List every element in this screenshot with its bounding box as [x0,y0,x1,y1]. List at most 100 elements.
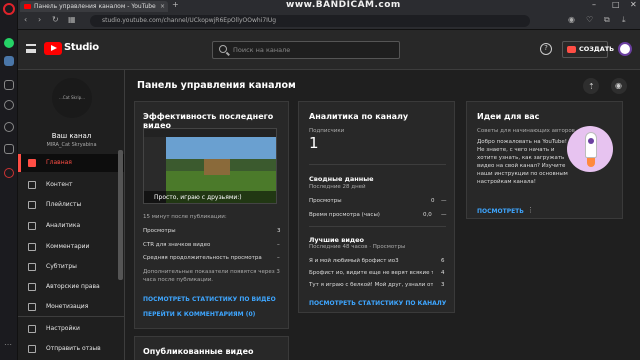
new-tab-icon[interactable]: + [172,0,179,9]
summary-period: Последние 28 дней [309,184,366,190]
search-placeholder: Поиск на канале [233,46,291,54]
tab-title: Панель управления каналом - YouTube [34,3,156,10]
download-icon[interactable]: ⤓ [622,15,626,25]
channel-name: MIRA_Cat Skryabina [46,142,97,148]
feedback-icon [28,345,36,353]
ideas-link[interactable]: ПОСМОТРЕТЬ [477,208,524,215]
sidebar-item-label: Монетизация [46,303,89,310]
gear-icon [28,325,36,333]
summary-label: Просмотры [309,198,342,204]
metric-label: CTR для значков видео [143,242,211,248]
sidebar-item-playlists[interactable]: Плейлисты [18,196,124,214]
sidebar-item-label: Комментарии [46,243,90,250]
video-camera-icon [567,46,576,53]
upload-icon[interactable]: ⇡ [583,78,599,94]
channel-avatar[interactable]: ...Cat Skrip... [52,78,92,118]
back-icon[interactable]: ‹ [24,15,27,24]
top-videos-period: Последние 48 часов · Просмотры [309,244,406,250]
maximize-icon[interactable]: □ [612,0,620,9]
metric-value: 3 [277,228,281,234]
address-field[interactable]: studio.youtube.com/channel/UCkopwjR6EpOl… [90,15,530,27]
sidebar-item-feedback[interactable]: Отправить отзыв [18,340,124,358]
sidebar-item-label: Контент [46,181,73,188]
create-label: СОЗДАТЬ [579,45,615,53]
top-video-title[interactable]: Тут я играю с белкой! Мой друг, узнали о… [309,282,433,288]
subtitles-icon [28,263,36,271]
comments-link[interactable]: ПЕРЕЙТИ К КОММЕНТАРИЯМ (0) [143,311,255,318]
video-stats-link[interactable]: ПОСМОТРЕТЬ СТАТИСТИКУ ПО ВИДЕО [143,296,276,303]
divider [309,226,446,227]
video-thumbnail[interactable]: Просто, играю с друзьями:) [143,128,277,204]
opera-logo-icon[interactable] [3,3,15,15]
home-icon [28,159,36,167]
summary-value: 0,0 [423,212,432,218]
sidebar-divider [18,316,124,317]
sidebar-item-comments[interactable]: Комментарии [18,238,124,256]
studio-sidebar: ...Cat Skrip... Ваш канал MIRA_Cat Skrya… [18,70,125,360]
sidebar-item-monetization[interactable]: Монетизация [18,298,124,316]
sidebar-scrollbar[interactable] [118,150,123,280]
sidebar-item-label: Главная [46,159,72,166]
dashboard-main: Панель управления каналом ⇡ ◉ Эффективно… [125,70,640,360]
subscribers-count: 1 [309,134,319,152]
flow-icon[interactable] [4,122,14,132]
top-video-views: 3 [441,282,445,288]
channel-stats-link[interactable]: ПОСМОТРЕТЬ СТАТИСТИКУ ПО КАНАЛУ [309,300,446,307]
content-icon [28,181,36,189]
tab-strip: Панель управления каналом - YouTube × + … [18,0,640,12]
sidebar-item-content[interactable]: Контент [18,176,124,194]
vk-icon[interactable] [4,56,14,66]
close-window-icon[interactable]: ✕ [630,0,637,9]
forward-icon[interactable]: › [38,15,41,24]
channel-title: Ваш канал [51,132,92,140]
camera-icon[interactable]: ◉ [568,15,575,24]
whatsapp-icon[interactable] [4,38,14,48]
minimize-icon[interactable]: – [592,0,596,9]
page-title: Панель управления каналом [137,80,296,91]
top-video-title[interactable]: Я и мой любимый брофист ио3 [309,258,433,264]
help-icon[interactable]: ? [540,43,552,55]
sidebar-item-label: Отправить отзыв [46,345,101,352]
speed-dial-icon[interactable]: ▦ [68,15,76,24]
metric-label: Просмотры [143,228,176,234]
reload-icon[interactable]: ↻ [52,15,59,24]
summary-title: Сводные данные [309,175,374,183]
sidebar-item-subtitles[interactable]: Субтитры [18,258,124,276]
heart-icon[interactable] [4,168,14,178]
live-icon[interactable]: ◉ [611,78,627,94]
clock-icon[interactable] [4,100,14,110]
channel-analytics-card: Аналитика по каналу Подписчики 1 Сводные… [298,101,455,313]
recorder-watermark: www.BANDICAM.com [286,0,401,10]
more-options-icon[interactable]: ⋮ [527,206,534,214]
heart-bookmark-icon[interactable]: ♡ [586,15,593,24]
flame-icon [587,158,595,167]
search-input[interactable]: Поиск на канале [212,41,400,59]
playlist-icon [28,201,36,209]
bookmarks-icon[interactable] [4,144,14,154]
metric-value: – [277,255,280,261]
sidebar-item-label: Настройки [46,325,80,332]
top-video-title[interactable]: Брофист ио, видите еще не верят всякие т… [309,270,433,276]
sidebar-item-copyright[interactable]: Авторские права [18,278,124,296]
browser-tab[interactable]: Панель управления каналом - YouTube × [20,1,168,12]
create-button[interactable]: СОЗДАТЬ [562,41,614,58]
more-icon[interactable]: ⋯ [4,340,14,350]
youtube-favicon-icon [24,4,31,9]
top-video-views: 4 [441,270,445,276]
sidebar-item-analytics[interactable]: Аналитика [18,217,124,235]
rocket-icon [585,132,597,158]
studio-logo-text[interactable]: Studio [64,42,99,53]
sidebar-item-settings[interactable]: Настройки [18,320,124,338]
latest-video-card: Эффективность последнего видео Просто, и… [134,101,289,329]
account-avatar[interactable] [618,42,632,56]
history-icon[interactable] [4,80,14,90]
extensions-icon[interactable]: ⧉ [604,15,610,25]
summary-trend: — [441,198,447,204]
menu-icon[interactable] [26,44,36,53]
sidebar-item-dashboard[interactable]: Главная [18,154,124,172]
sidebar-item-label: Аналитика [46,222,81,229]
close-tab-icon[interactable]: × [160,1,165,12]
sidebar-item-label: Плейлисты [46,201,82,208]
metric-label: Средняя продолжительность просмотра [143,255,262,261]
summary-trend: — [441,212,447,218]
